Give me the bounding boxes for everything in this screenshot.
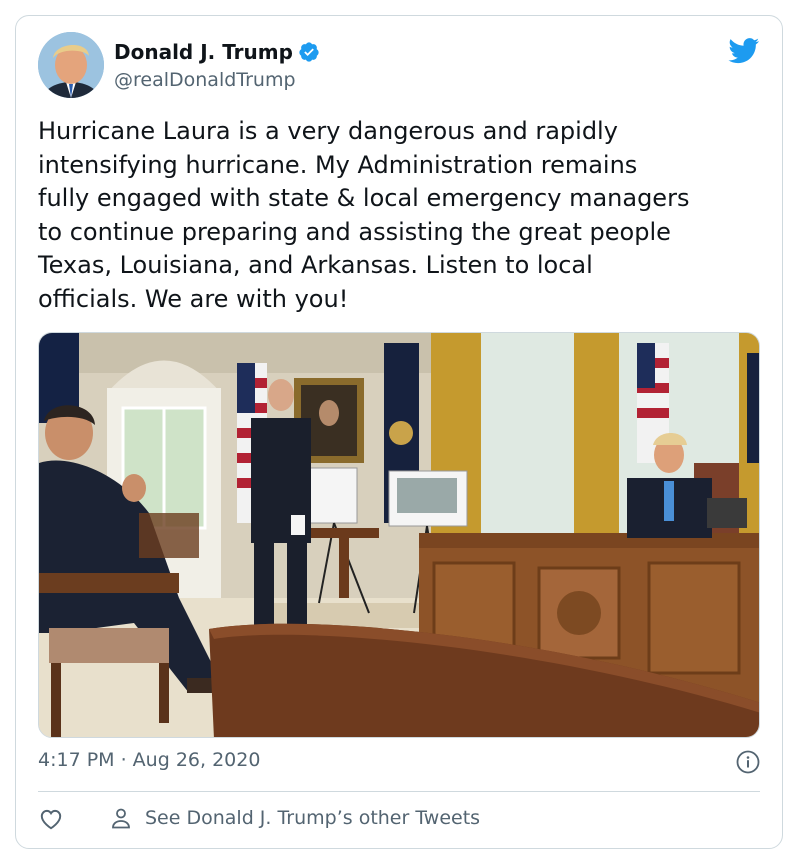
see-other-tweets-label: See Donald J. Trump’s other Tweets (145, 807, 481, 829)
tweet-text: Hurricane Laura is a very dangerous and … (38, 117, 690, 313)
avatar[interactable] (38, 32, 104, 98)
verified-badge-icon (299, 42, 319, 62)
see-other-tweets-link[interactable]: See Donald J. Trump’s other Tweets (109, 805, 480, 831)
twitter-bird-icon[interactable] (728, 38, 760, 64)
tweet-card: Donald J. Trump @realDonaldTrump Hurrica… (15, 15, 783, 849)
display-name[interactable]: Donald J. Trump (114, 40, 293, 64)
info-icon[interactable] (736, 750, 760, 774)
author-handle[interactable]: @realDonaldTrump (114, 68, 296, 92)
tweet-photo[interactable] (38, 332, 760, 738)
tweet-timestamp[interactable]: 4:17 PM · Aug 26, 2020 (38, 748, 260, 772)
heart-icon[interactable] (38, 806, 64, 832)
divider (38, 791, 760, 792)
person-icon (112, 808, 130, 829)
author-name-row[interactable]: Donald J. Trump (114, 40, 320, 64)
